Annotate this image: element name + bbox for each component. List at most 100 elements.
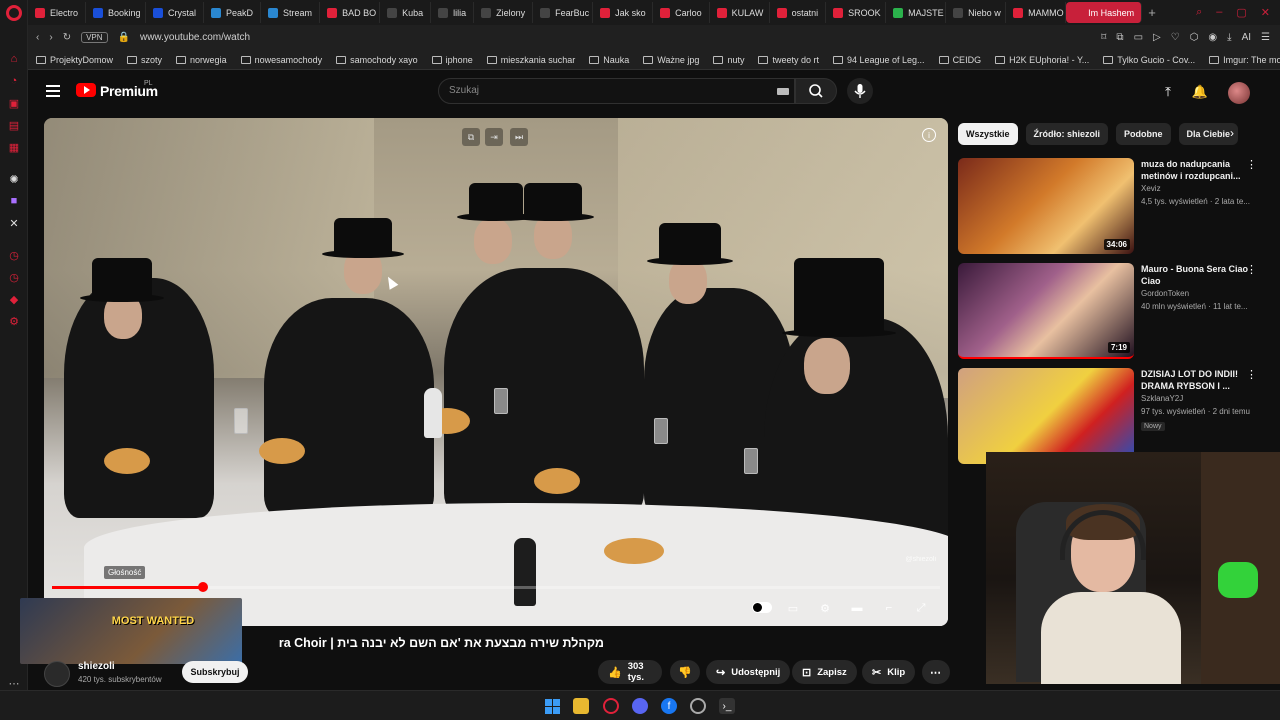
bookmark-icon[interactable]: ⌑ bbox=[1101, 32, 1106, 43]
heart-icon[interactable]: ♡ bbox=[1171, 32, 1180, 43]
discord-icon[interactable] bbox=[632, 698, 648, 714]
fullscreen-icon[interactable]: ⤢ bbox=[913, 601, 929, 615]
recommendation-title[interactable]: muza do nadupcania metinów i rozdupcani.… bbox=[1141, 158, 1251, 182]
more-vertical-icon[interactable]: ⋮ bbox=[1246, 368, 1257, 381]
facebook-icon[interactable]: f bbox=[661, 698, 677, 714]
back-icon[interactable]: ‹ bbox=[36, 32, 39, 43]
subtitles-icon[interactable]: ▭ bbox=[785, 601, 801, 615]
recommendation-channel[interactable]: SzklanaY2J bbox=[1141, 394, 1183, 403]
share-button[interactable]: ↪ Udostępnij bbox=[706, 660, 791, 684]
twitch-icon[interactable]: ■ bbox=[7, 194, 21, 208]
home-icon[interactable]: ⌂ bbox=[7, 52, 21, 66]
browser-tab[interactable]: PeakD bbox=[204, 2, 262, 23]
browser-tab[interactable]: Electro bbox=[28, 2, 87, 23]
bookmark-item[interactable]: ProjektyDomow bbox=[36, 55, 113, 65]
reload-icon[interactable]: ↻ bbox=[63, 32, 71, 43]
browser-tab[interactable]: Crystal bbox=[146, 2, 205, 23]
close-window-icon[interactable]: ✕ bbox=[1261, 6, 1270, 19]
download-icon[interactable]: ⤓ bbox=[1227, 32, 1231, 43]
ai-button[interactable]: AI bbox=[1242, 32, 1251, 43]
bookmark-item[interactable]: CEIDG bbox=[938, 55, 981, 65]
obs-icon[interactable] bbox=[690, 698, 706, 714]
save-button[interactable]: ⊡ Zapisz bbox=[792, 660, 857, 684]
messenger-icon[interactable]: ▤ bbox=[7, 118, 21, 132]
minimize-icon[interactable]: – bbox=[1216, 6, 1222, 19]
like-button[interactable]: 👍 303 tys. bbox=[598, 660, 662, 684]
browser-tab[interactable]: Jak sko bbox=[593, 2, 654, 23]
subscribe-button[interactable]: Subskrybuj bbox=[182, 661, 248, 683]
history-icon[interactable]: ◷ bbox=[7, 270, 21, 284]
info-icon[interactable]: i bbox=[922, 128, 936, 142]
skip-icon[interactable]: ⏭ bbox=[510, 128, 528, 146]
youtube-logo-icon[interactable] bbox=[76, 83, 96, 97]
bookmark-item[interactable]: Nauka bbox=[589, 55, 629, 65]
browser-tab[interactable]: Kuba bbox=[380, 2, 432, 23]
search-button[interactable] bbox=[795, 78, 837, 104]
pip-icon[interactable]: ▭ bbox=[1134, 32, 1143, 43]
recommendation-item[interactable]: 34:06 muza do nadupcania metinów i rozdu… bbox=[958, 158, 1268, 254]
recommendation-title[interactable]: Mauro - Buona Sera Ciao Ciao bbox=[1141, 263, 1251, 287]
x-icon[interactable]: ✕ bbox=[7, 216, 21, 230]
bag-icon[interactable]: ▣ bbox=[7, 96, 21, 110]
miniplayer-icon[interactable]: ⧉ bbox=[462, 128, 480, 146]
bookmark-item[interactable]: iphone bbox=[431, 55, 473, 65]
new-tab-button[interactable]: + bbox=[1142, 5, 1162, 20]
keyboard-icon[interactable] bbox=[777, 88, 789, 95]
channel-avatar[interactable] bbox=[44, 661, 70, 687]
account-avatar[interactable] bbox=[1228, 82, 1250, 104]
bookmark-item[interactable]: samochody xayo bbox=[336, 55, 418, 65]
browser-tab[interactable]: lilia bbox=[431, 2, 475, 23]
theater-mode-icon[interactable]: ▬ bbox=[849, 601, 865, 615]
url-field[interactable]: www.youtube.com/watch bbox=[140, 32, 250, 43]
hamburger-menu-icon[interactable] bbox=[46, 85, 60, 97]
profile-icon[interactable]: ◉ bbox=[1208, 32, 1217, 43]
voice-search-button[interactable] bbox=[847, 78, 873, 104]
browser-menu-icon[interactable]: ☰ bbox=[1261, 32, 1270, 43]
more-vertical-icon[interactable]: ⋮ bbox=[1246, 158, 1257, 171]
browser-tab[interactable]: FearBuc bbox=[533, 2, 594, 23]
bookmark-item[interactable]: H2K EUphoria! - Y... bbox=[995, 55, 1089, 65]
settings-icon[interactable]: ⚙ bbox=[7, 314, 21, 328]
browser-tab[interactable]: BAD BO bbox=[320, 2, 381, 23]
forward-icon[interactable]: › bbox=[49, 32, 52, 43]
browser-tab[interactable]: Im Hashem bbox=[1066, 2, 1143, 23]
filter-chip[interactable]: Wszystkie bbox=[958, 123, 1018, 145]
recommendation-thumbnail[interactable] bbox=[958, 368, 1134, 464]
chatgpt-icon[interactable]: ✺ bbox=[7, 172, 21, 186]
file-explorer-icon[interactable] bbox=[573, 698, 589, 714]
browser-tab[interactable]: MAMMO bbox=[1006, 2, 1067, 23]
more-vertical-icon[interactable]: ⋮ bbox=[1246, 263, 1257, 276]
clock-icon[interactable]: ◷ bbox=[7, 248, 21, 262]
browser-tab[interactable]: Niebo w bbox=[946, 2, 1007, 23]
browser-tab[interactable]: Booking bbox=[86, 2, 147, 23]
progress-bar[interactable] bbox=[52, 582, 940, 592]
chevron-right-icon[interactable]: › bbox=[1230, 126, 1234, 140]
player-icon[interactable]: ▷ bbox=[1153, 32, 1161, 43]
mail-icon[interactable]: ▦ bbox=[7, 140, 21, 154]
browser-tab[interactable]: KULAW bbox=[710, 2, 770, 23]
cast-icon[interactable]: ⌐ bbox=[881, 601, 897, 615]
more-actions-button[interactable]: ⋯ bbox=[922, 660, 950, 684]
opera-logo-icon[interactable] bbox=[6, 5, 22, 21]
video-player[interactable]: ⧉ ⇥ ⏭ i Głośność @shiezoli ▭ ⚙ ▬ ⌐ ⤢ bbox=[44, 118, 948, 626]
browser-tab[interactable]: SROOK bbox=[826, 2, 887, 23]
vpn-badge[interactable]: VPN bbox=[81, 32, 108, 43]
bookmark-item[interactable]: Imgur: The most a... bbox=[1209, 55, 1280, 65]
extensions-icon[interactable]: ⬡ bbox=[1190, 32, 1199, 43]
bookmark-item[interactable]: nowesamochody bbox=[240, 55, 322, 65]
recommendation-channel[interactable]: GordonToken bbox=[1141, 289, 1189, 298]
filter-chip[interactable]: Źródło: shiezoli bbox=[1025, 123, 1109, 145]
recommendation-item[interactable]: DZISIAJ LOT DO INDII! DRAMA RYBSON I ...… bbox=[958, 368, 1268, 464]
notifications-bell-icon[interactable]: 🔔 bbox=[1191, 83, 1209, 101]
bookmark-item[interactable]: Ważne jpg bbox=[643, 55, 699, 65]
clip-button[interactable]: ✂ Klip bbox=[862, 660, 916, 684]
windows-start-icon[interactable] bbox=[544, 698, 560, 714]
dislike-button[interactable]: 👎 bbox=[670, 660, 700, 684]
bookmark-item[interactable]: Tylko Gucio - Cov... bbox=[1103, 55, 1195, 65]
bookmark-item[interactable]: norwegia bbox=[176, 55, 227, 65]
exit-icon[interactable]: ⇥ bbox=[485, 128, 503, 146]
upload-icon[interactable]: ⤒ bbox=[1159, 83, 1177, 101]
browser-tab[interactable]: Stream bbox=[261, 2, 321, 23]
browser-tab[interactable]: Zielony bbox=[474, 2, 534, 23]
filter-chip[interactable]: Podobne bbox=[1116, 123, 1171, 145]
